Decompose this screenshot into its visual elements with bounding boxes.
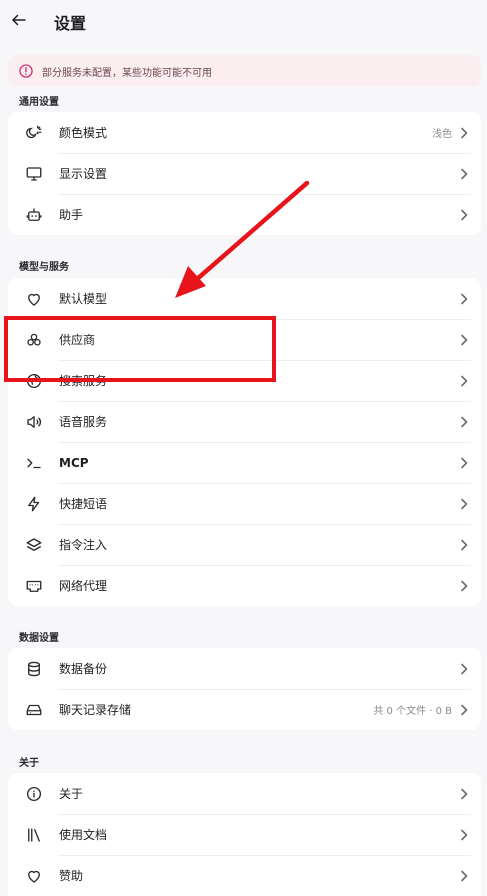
chevron-right-icon	[460, 457, 468, 469]
settings-row-color-mode[interactable]: 颜色模式 浅色	[8, 112, 481, 153]
card-about: 关于 使用文档 赞助	[8, 773, 481, 896]
row-label: 显示设置	[59, 167, 108, 181]
row-value: 共 0 个文件 · 0 B	[373, 706, 452, 717]
settings-row-docs[interactable]: 使用文档	[8, 814, 481, 855]
settings-row-instruction-injection[interactable]: 指令注入	[8, 524, 481, 565]
chevron-right-icon	[460, 704, 468, 716]
theme-mode-icon	[25, 124, 43, 142]
bot-icon	[25, 206, 43, 224]
chevron-right-icon	[460, 416, 468, 428]
card-data: 数据备份 聊天记录存储 共 0 个文件 · 0 B	[8, 648, 481, 730]
row-label: 网络代理	[59, 579, 108, 593]
section-label-general: 通用设置	[19, 97, 59, 108]
row-label: 助手	[59, 208, 84, 222]
settings-row-voice-service[interactable]: 语音服务	[8, 401, 481, 442]
chevron-right-icon	[460, 209, 468, 221]
terminal-icon	[25, 454, 43, 472]
section-label-models: 模型与服务	[19, 262, 69, 273]
chevron-right-icon	[460, 788, 468, 800]
settings-row-about[interactable]: 关于	[8, 773, 481, 814]
row-label: 关于	[59, 787, 84, 801]
annotation-highlight-box	[4, 316, 276, 382]
arrow-left-icon	[12, 14, 26, 26]
row-label: 语音服务	[59, 415, 108, 429]
chevron-right-icon	[460, 375, 468, 387]
row-label: 聊天记录存储	[59, 703, 132, 717]
settings-row-data-backup[interactable]: 数据备份	[8, 648, 481, 689]
row-value: 浅色	[432, 129, 452, 140]
row-label: 快捷短语	[59, 497, 108, 511]
lightning-icon	[25, 495, 43, 513]
chevron-right-icon	[460, 127, 468, 139]
chevron-right-icon	[460, 829, 468, 841]
chevron-right-icon	[460, 334, 468, 346]
settings-row-sponsor[interactable]: 赞助	[8, 855, 481, 896]
row-label: MCP	[59, 455, 89, 470]
chevron-right-icon	[460, 168, 468, 180]
layers-icon	[25, 536, 43, 554]
heart-icon	[25, 290, 43, 308]
page-title: 设置	[54, 14, 87, 33]
banner-text: 部分服务未配置，某些功能可能不可用	[42, 67, 212, 79]
database-icon	[25, 660, 43, 678]
settings-row-chat-storage[interactable]: 聊天记录存储 共 0 个文件 · 0 B	[8, 689, 481, 730]
back-button[interactable]	[8, 9, 30, 31]
card-general: 颜色模式 浅色 显示设置 助手	[8, 112, 481, 235]
top-bar: 设置	[0, 0, 487, 42]
section-label-about: 关于	[19, 758, 39, 769]
warning-banner: 部分服务未配置，某些功能可能不可用	[8, 55, 481, 87]
alert-circle-icon	[18, 63, 34, 79]
settings-row-network-proxy[interactable]: 网络代理	[8, 565, 481, 606]
chevron-right-icon	[460, 580, 468, 592]
chevron-right-icon	[460, 498, 468, 510]
row-label: 指令注入	[59, 538, 108, 552]
row-label: 默认模型	[59, 292, 108, 306]
chevron-right-icon	[460, 539, 468, 551]
library-icon	[25, 826, 43, 844]
speaker-icon	[25, 413, 43, 431]
row-label: 赞助	[59, 869, 84, 883]
row-label: 使用文档	[59, 828, 108, 842]
chevron-right-icon	[460, 293, 468, 305]
settings-row-display[interactable]: 显示设置	[8, 153, 481, 194]
settings-row-quick-phrases[interactable]: 快捷短语	[8, 483, 481, 524]
row-label: 数据备份	[59, 662, 108, 676]
chevron-right-icon	[460, 663, 468, 675]
chevron-right-icon	[460, 870, 468, 882]
settings-row-assistant[interactable]: 助手	[8, 194, 481, 235]
info-icon	[25, 785, 43, 803]
section-label-data: 数据设置	[19, 633, 59, 644]
monitor-icon	[25, 165, 43, 183]
ethernet-port-icon	[25, 577, 43, 595]
settings-row-mcp[interactable]: MCP	[8, 442, 481, 483]
row-label: 颜色模式	[59, 126, 108, 140]
heart-icon	[25, 867, 43, 885]
hard-drive-icon	[25, 701, 43, 719]
settings-row-default-model[interactable]: 默认模型	[8, 278, 481, 319]
